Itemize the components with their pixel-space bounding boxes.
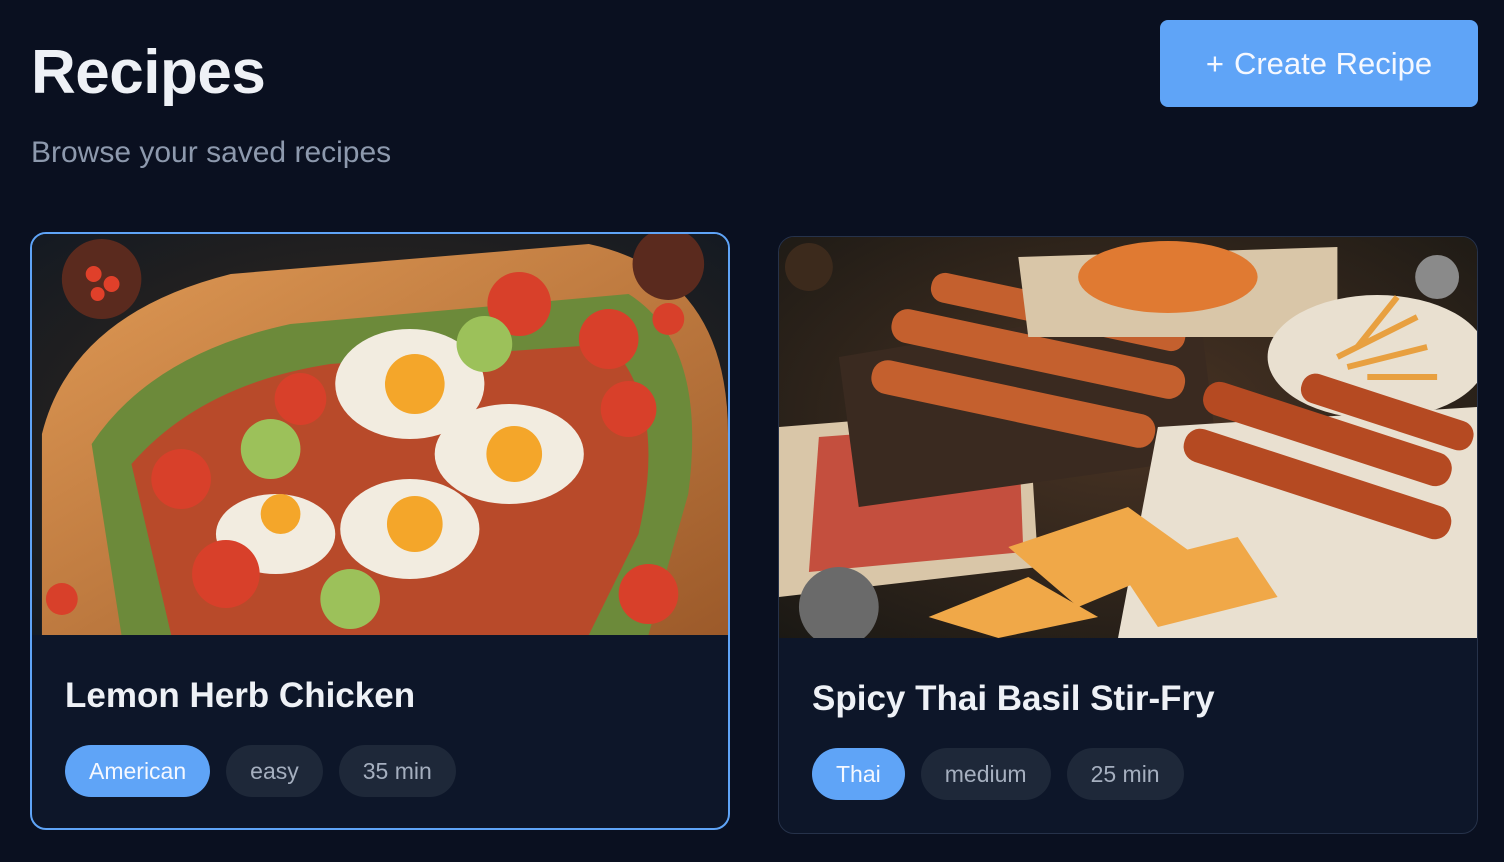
cuisine-tag: Thai: [812, 748, 905, 800]
page-title: Recipes: [31, 38, 266, 107]
recipe-image: [32, 234, 728, 635]
recipe-title: Lemon Herb Chicken: [65, 676, 416, 715]
create-recipe-label: Create Recipe: [1233, 45, 1433, 81]
time-tag: 25 min: [1066, 748, 1184, 800]
recipes-page: Recipes Browse your saved recipes + Crea…: [0, 0, 1504, 862]
time-tag: 35 min: [338, 745, 456, 797]
recipe-image: [779, 237, 1477, 638]
difficulty-tag: easy: [226, 745, 323, 797]
recipe-card[interactable]: Spicy Thai Basil Stir-Fry Thai medium 25…: [778, 236, 1478, 834]
create-recipe-button[interactable]: + Create Recipe: [1160, 20, 1478, 107]
recipe-tags: American easy 35 min: [65, 745, 456, 797]
recipe-tags: Thai medium 25 min: [812, 748, 1184, 800]
difficulty-tag: medium: [920, 748, 1051, 800]
cuisine-tag: American: [65, 745, 211, 797]
plus-icon: +: [1205, 45, 1224, 81]
recipe-card[interactable]: Lemon Herb Chicken American easy 35 min: [30, 232, 730, 830]
recipe-title: Spicy Thai Basil Stir-Fry: [812, 679, 1215, 718]
page-subtitle: Browse your saved recipes: [31, 136, 392, 169]
page-header: Recipes Browse your saved recipes: [31, 38, 391, 171]
